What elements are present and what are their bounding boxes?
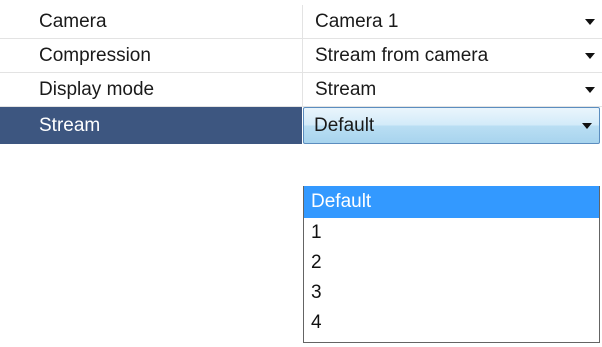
stream-option-2[interactable]: 2: [304, 248, 599, 278]
property-row-camera[interactable]: Camera Camera 1: [0, 5, 602, 39]
stream-option-1[interactable]: 1: [304, 218, 599, 248]
display-mode-select[interactable]: Stream: [302, 73, 602, 107]
camera-select-value: Camera 1: [315, 10, 399, 32]
compression-select[interactable]: Stream from camera: [302, 39, 602, 73]
display-mode-select-value: Stream: [315, 78, 377, 100]
property-row-display-mode[interactable]: Display mode Stream: [0, 73, 602, 107]
property-label-display-mode: Display mode: [0, 73, 302, 107]
dropdown-arrow-icon[interactable]: [582, 122, 592, 129]
dropdown-arrow-icon[interactable]: [585, 18, 595, 25]
stream-option-default[interactable]: Default: [304, 186, 599, 218]
stream-option-4[interactable]: 4: [304, 308, 599, 338]
property-label-compression: Compression: [0, 39, 302, 73]
property-row-compression[interactable]: Compression Stream from camera: [0, 39, 602, 73]
camera-select[interactable]: Camera 1: [302, 5, 602, 39]
property-label-camera: Camera: [0, 5, 302, 39]
compression-select-value: Stream from camera: [315, 44, 489, 66]
stream-select-value: Default: [314, 114, 375, 136]
property-label-stream: Stream: [0, 107, 302, 144]
dropdown-arrow-icon[interactable]: [585, 86, 595, 93]
property-row-stream[interactable]: Stream Default: [0, 107, 602, 144]
dropdown-arrow-icon[interactable]: [585, 52, 595, 59]
stream-select[interactable]: Default: [303, 107, 600, 144]
stream-dropdown-list: Default 1 2 3 4: [303, 186, 600, 343]
stream-option-3[interactable]: 3: [304, 278, 599, 308]
